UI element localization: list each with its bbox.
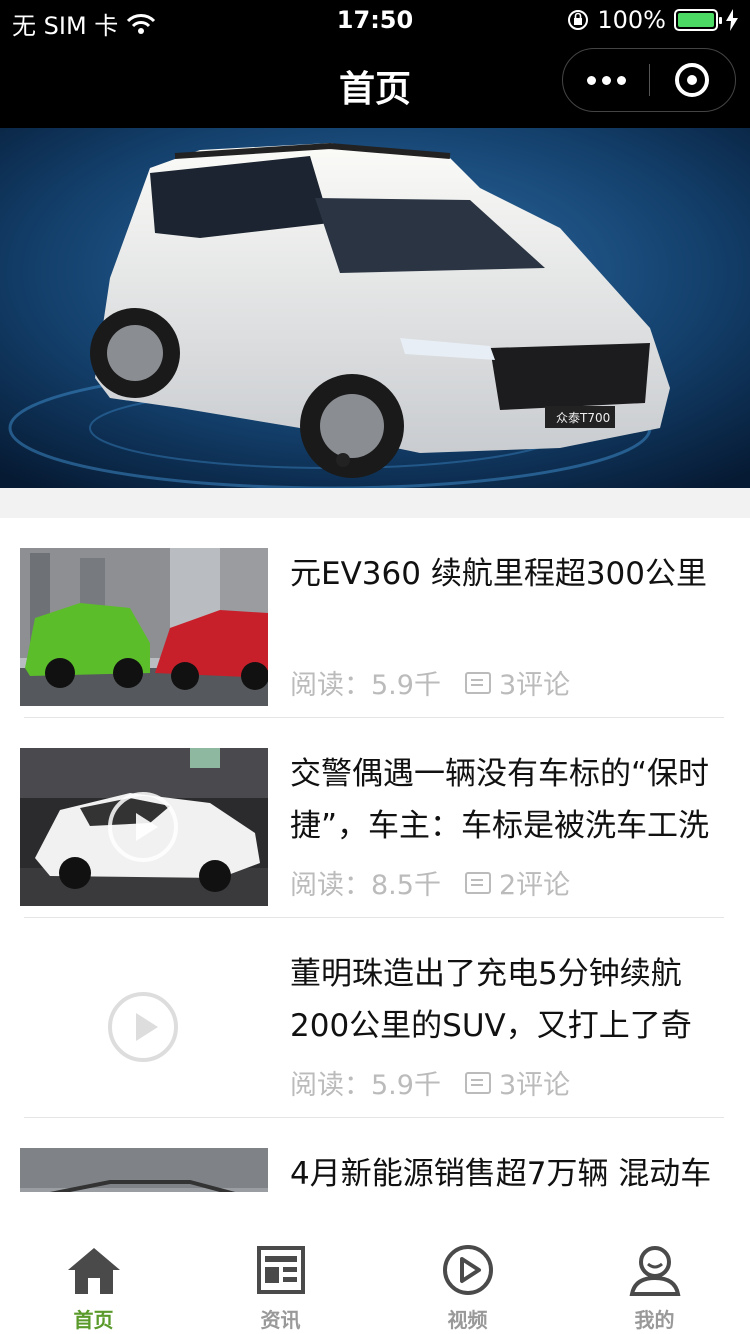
article-meta: 阅读：8.5千 2评论 [290, 863, 570, 902]
battery-percent: 100% [597, 6, 666, 34]
comment-icon [464, 871, 491, 894]
orientation-lock-icon [568, 10, 589, 30]
article-thumbnail [20, 748, 268, 906]
article-meta: 阅读：5.9千 3评论 [290, 663, 570, 702]
list-item[interactable]: 4月新能源销售超7万辆 混动车型表现突出 [0, 1118, 750, 1192]
charging-icon [726, 9, 738, 31]
article-thumbnail [20, 948, 268, 1106]
comment-icon [464, 1071, 491, 1094]
video-icon [442, 1245, 493, 1295]
more-menu-button[interactable] [563, 49, 649, 111]
mini-program-capsule [562, 48, 736, 112]
article-title[interactable]: 4月新能源销售超7万辆 混动车型表现突出 [290, 1148, 730, 1192]
section-gap [0, 488, 750, 518]
list-item[interactable]: 交警偶遇一辆没有车标的“保时捷”，车主：车标是被洗车工洗 阅读：8.5千 2评论 [0, 718, 750, 918]
home-icon [67, 1248, 120, 1294]
read-count: 阅读：5.9千 [290, 670, 441, 701]
more-dots-icon [586, 75, 596, 85]
list-item[interactable]: 元EV360 续航里程超300公里 阅读：5.9千 3评论 [0, 518, 750, 718]
article-meta: 阅读：5.9千 3评论 [290, 1063, 570, 1102]
banner-image: 众泰T700 [0, 128, 750, 488]
news-icon [256, 1246, 305, 1294]
user-icon [629, 1246, 680, 1296]
article-title[interactable]: 元EV360 续航里程超300公里 [290, 548, 730, 600]
comment-count: 3评论 [498, 670, 571, 701]
carousel-indicator[interactable] [336, 453, 350, 467]
battery-icon [674, 9, 722, 31]
close-mini-program-button[interactable] [649, 49, 735, 111]
tab-bar: 首页 资讯 视频 我的 [0, 1192, 750, 1334]
tab-label: 首页 [73, 1308, 114, 1332]
article-thumbnail [20, 548, 268, 706]
article-list: 元EV360 续航里程超300公里 阅读：5.9千 3评论 交警偶遇一辆没有车标… [0, 518, 750, 1192]
tab-news[interactable]: 资讯 [187, 1242, 374, 1333]
read-count: 阅读：8.5千 [290, 870, 441, 901]
tab-label: 视频 [447, 1308, 488, 1332]
play-icon [108, 992, 178, 1062]
banner-carousel[interactable]: 众泰T700 [0, 128, 750, 488]
comment-count: 3评论 [498, 1070, 571, 1101]
navigation-bar: 首页 [0, 40, 750, 128]
tab-profile[interactable]: 我的 [561, 1242, 748, 1333]
list-item[interactable]: 董明珠造出了充电5分钟续航200公里的SUV，又打上了奇 阅读：5.9千 3评论 [0, 918, 750, 1118]
tab-label: 我的 [634, 1308, 675, 1332]
read-count: 阅读：5.9千 [290, 1070, 441, 1101]
article-title[interactable]: 交警偶遇一辆没有车标的“保时捷”，车主：车标是被洗车工洗 [290, 748, 730, 852]
tab-video[interactable]: 视频 [374, 1242, 561, 1333]
comment-count: 2评论 [498, 870, 571, 901]
tab-label: 资讯 [260, 1308, 301, 1332]
comment-icon [464, 671, 491, 694]
target-icon [675, 63, 709, 97]
article-thumbnail [20, 1148, 268, 1192]
license-plate-text: 众泰T700 [556, 411, 610, 425]
status-bar: 无 SIM 卡 17:50 100% [0, 0, 750, 40]
tab-home[interactable]: 首页 [0, 1242, 187, 1333]
play-icon [108, 792, 178, 862]
article-title[interactable]: 董明珠造出了充电5分钟续航200公里的SUV，又打上了奇 [290, 948, 730, 1052]
